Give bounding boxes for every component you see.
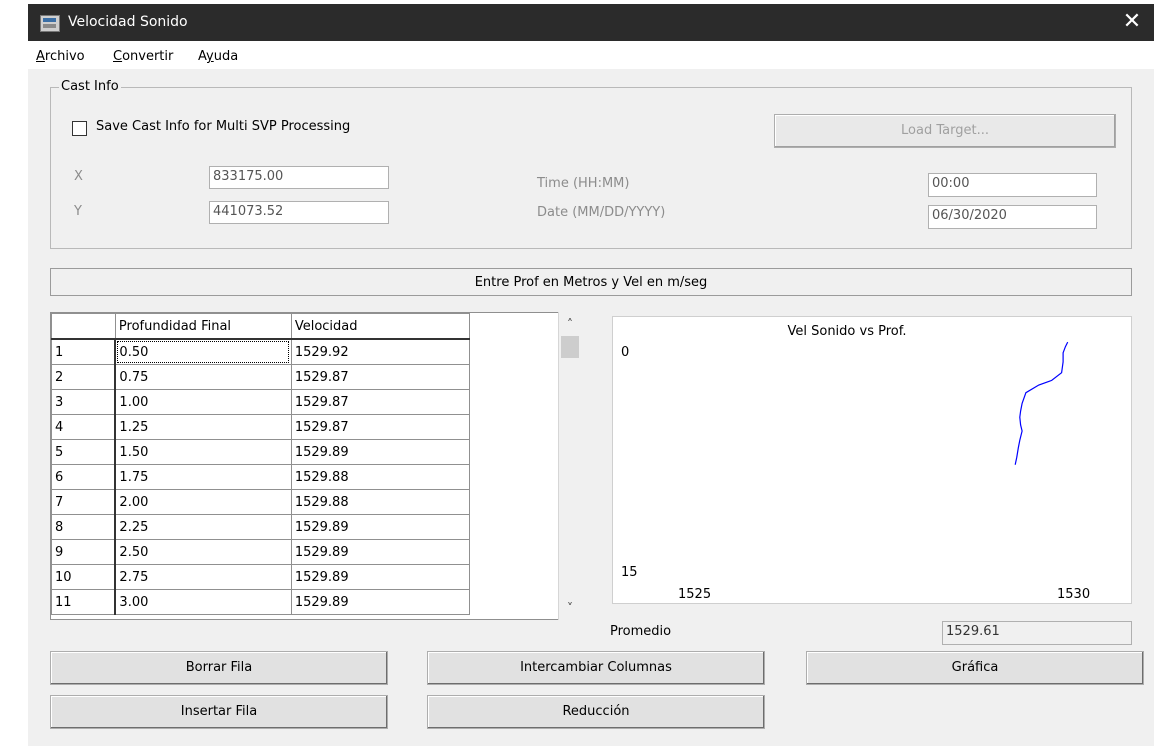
- close-button[interactable]: ✕: [1110, 4, 1154, 41]
- grafica-button[interactable]: Gráfica: [806, 651, 1144, 685]
- velocity-cell[interactable]: 1529.89: [290, 564, 470, 590]
- window-title: Velocidad Sonido: [68, 14, 188, 30]
- scroll-thumb[interactable]: [561, 336, 579, 358]
- row-number[interactable]: 8: [51, 514, 117, 540]
- cast-info-legend: Cast Info: [59, 79, 121, 94]
- menu-ayuda[interactable]: Ayuda: [198, 49, 238, 64]
- depth-cell[interactable]: 0.50: [114, 338, 292, 365]
- x-coordinate-field[interactable]: 833175.00: [209, 166, 389, 189]
- series-layer: [1014, 341, 1069, 465]
- row-number[interactable]: 1: [51, 338, 117, 365]
- time-label: Time (HH:MM): [537, 176, 630, 191]
- table-row: 3 1.00 1529.87: [51, 389, 580, 415]
- scroll-up-arrow-icon[interactable]: ˄: [559, 314, 581, 334]
- time-field[interactable]: 00:00: [928, 173, 1097, 197]
- insertar-fila-button[interactable]: Insertar Fila: [50, 695, 388, 729]
- y-coordinate-field[interactable]: 441073.52: [209, 201, 389, 224]
- menu-bar: Archivo Convertir Ayuda: [28, 41, 1154, 69]
- velocity-cell[interactable]: 1529.88: [290, 489, 470, 515]
- x-axis-right-label: 1530: [1057, 587, 1090, 602]
- depth-cell[interactable]: 2.00: [114, 489, 292, 515]
- scroll-down-arrow-icon[interactable]: ˅: [559, 598, 581, 618]
- velocity-cell[interactable]: 1529.92: [290, 338, 470, 365]
- promedio-label: Promedio: [610, 624, 672, 639]
- row-number[interactable]: 10: [51, 564, 117, 590]
- chart-title: Vel Sonido vs Prof.: [787, 324, 906, 339]
- table-row: 9 2.50 1529.89: [51, 539, 580, 565]
- y-label: Y: [74, 204, 82, 219]
- table-row: 8 2.25 1529.89: [51, 514, 580, 540]
- row-number[interactable]: 5: [51, 439, 117, 465]
- header-velocidad[interactable]: Velocidad: [290, 313, 470, 340]
- load-target-button[interactable]: Load Target...: [774, 114, 1116, 148]
- menu-convertir[interactable]: Convertir: [113, 49, 173, 64]
- depth-cell[interactable]: 1.25: [114, 414, 292, 440]
- save-cast-info-label: Save Cast Info for Multi SVP Processing: [96, 119, 351, 134]
- velocity-cell[interactable]: 1529.89: [290, 539, 470, 565]
- row-number[interactable]: 6: [51, 464, 117, 490]
- depth-cell[interactable]: 2.75: [114, 564, 292, 590]
- table-row: 2 0.75 1529.87: [51, 364, 580, 390]
- row-number[interactable]: 4: [51, 414, 117, 440]
- app-window: Velocidad Sonido ✕ Archivo Convertir Ayu…: [28, 4, 1154, 746]
- depth-velocity-grid: Profundidad Final Velocidad 1 0.50 1529.…: [50, 312, 580, 620]
- depth-cell[interactable]: 0.75: [114, 364, 292, 390]
- row-number[interactable]: 2: [51, 364, 117, 390]
- menu-archivo[interactable]: Archivo: [36, 49, 85, 64]
- velocity-cell[interactable]: 1529.88: [290, 464, 470, 490]
- save-cast-info-checkbox[interactable]: [72, 121, 87, 136]
- depth-cell[interactable]: 2.50: [114, 539, 292, 565]
- corner-header[interactable]: [51, 313, 116, 340]
- depth-cell[interactable]: 1.00: [114, 389, 292, 415]
- promedio-field: 1529.61: [942, 621, 1132, 645]
- chart-svg: Vel Sonido vs Prof. 0 15 1525 1530: [621, 324, 1090, 602]
- y-axis-top-label: 0: [621, 345, 629, 360]
- velocity-cell[interactable]: 1529.87: [290, 414, 470, 440]
- borrar-fila-button[interactable]: Borrar Fila: [50, 651, 388, 685]
- table-row: 5 1.50 1529.89: [51, 439, 580, 465]
- date-field[interactable]: 06/30/2020: [928, 205, 1097, 229]
- grid-scrollbar[interactable]: ˄ ˅: [558, 312, 581, 620]
- row-number[interactable]: 9: [51, 539, 117, 565]
- table-row: 6 1.75 1529.88: [51, 464, 580, 490]
- velocity-cell[interactable]: 1529.89: [290, 514, 470, 540]
- depth-cell[interactable]: 1.75: [114, 464, 292, 490]
- intercambiar-columnas-button[interactable]: Intercambiar Columnas: [427, 651, 765, 685]
- table-row: 1 0.50 1529.92: [51, 338, 580, 365]
- table-row: 4 1.25 1529.87: [51, 414, 580, 440]
- header-profundidad[interactable]: Profundidad Final: [114, 313, 292, 340]
- table-row: 7 2.00 1529.88: [51, 489, 580, 515]
- app-icon: [40, 15, 60, 32]
- depth-cell[interactable]: 3.00: [114, 589, 292, 615]
- velocity-cell[interactable]: 1529.87: [290, 389, 470, 415]
- velocity-profile-line: [1014, 341, 1069, 465]
- reduccion-button[interactable]: Reducción: [427, 695, 765, 729]
- velocity-cell[interactable]: 1529.89: [290, 589, 470, 615]
- x-label: X: [74, 169, 83, 184]
- velocity-cell[interactable]: 1529.89: [290, 439, 470, 465]
- table-row: 10 2.75 1529.89: [51, 564, 580, 590]
- depth-cell[interactable]: 1.50: [114, 439, 292, 465]
- velocity-chart: Vel Sonido vs Prof. 0 15 1525 1530: [612, 316, 1132, 604]
- depth-cell[interactable]: 2.25: [114, 514, 292, 540]
- row-number[interactable]: 3: [51, 389, 117, 415]
- data-table: Profundidad Final Velocidad 1 0.50 1529.…: [51, 313, 579, 615]
- velocity-cell[interactable]: 1529.87: [290, 364, 470, 390]
- row-number[interactable]: 7: [51, 489, 117, 515]
- row-number[interactable]: 11: [51, 589, 117, 615]
- title-bar: Velocidad Sonido ✕: [28, 4, 1154, 41]
- table-row: 11 3.00 1529.89: [51, 589, 580, 615]
- instructions-banner: Entre Prof en Metros y Vel en m/seg: [50, 268, 1132, 296]
- x-axis-left-label: 1525: [678, 587, 711, 602]
- date-label: Date (MM/DD/YYYY): [537, 205, 666, 220]
- y-axis-bottom-label: 15: [621, 565, 638, 580]
